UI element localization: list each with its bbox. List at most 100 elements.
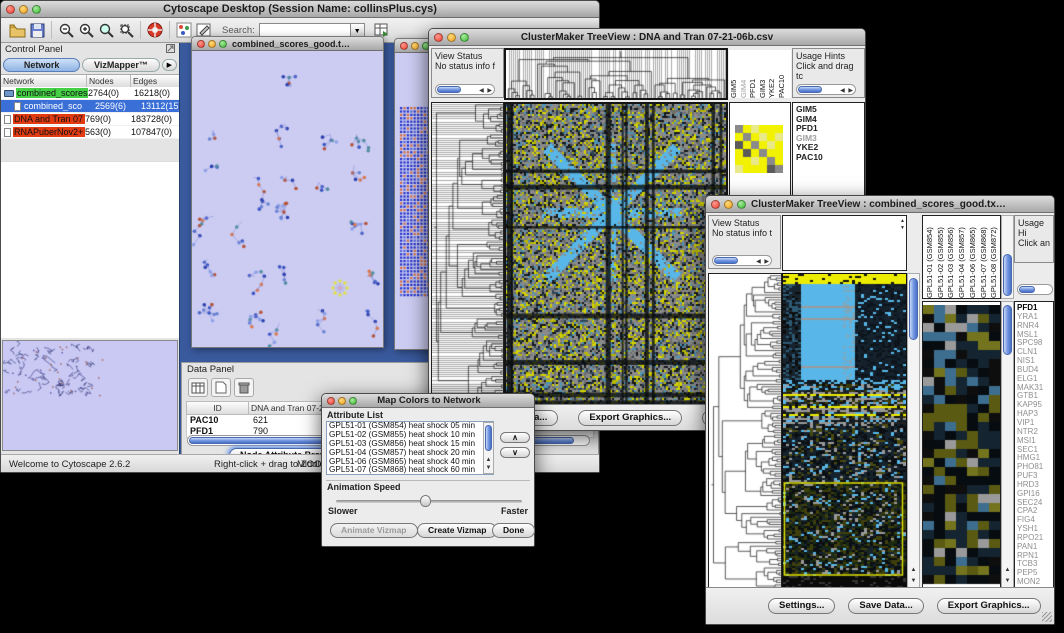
tv2-row-dendrogram[interactable] xyxy=(708,273,782,589)
tv1-similarity-matrix[interactable] xyxy=(735,125,783,173)
tv2-column-label[interactable]: GPL51-07 (GSM868) xyxy=(979,216,990,298)
gene-label[interactable]: HRD3 xyxy=(1017,481,1053,490)
tv2-column-label[interactable]: GPL51-06 (GSM865) xyxy=(968,216,979,298)
attribute-listbox[interactable]: GPL51-01 (GSM854) heat shock 05 minGPL51… xyxy=(326,421,494,475)
tv1-column-label[interactable]: GIM5 xyxy=(729,50,739,98)
move-down-button[interactable]: ∨ xyxy=(500,447,530,458)
gene-label[interactable]: PFD1 xyxy=(1017,304,1053,313)
gene-label[interactable]: MSL1 xyxy=(1017,331,1053,340)
gene-label[interactable]: CLN1 xyxy=(1017,348,1053,357)
new-attribute-icon[interactable] xyxy=(211,378,231,397)
control-panel-tab[interactable]: VizMapper™ xyxy=(82,58,159,72)
gene-label[interactable]: YSH1 xyxy=(1017,525,1053,534)
close-icon[interactable] xyxy=(400,42,408,50)
tv2-gene-list[interactable]: PFD1YRA1RNR4MSL1SPC98CLN1NIS1BUD4ELG1MAK… xyxy=(1014,301,1054,589)
zoom-icon[interactable] xyxy=(737,200,746,209)
dialog-title-bar[interactable]: Map Colors to Network xyxy=(322,394,534,408)
gene-label[interactable]: GIM3 xyxy=(796,134,864,144)
minimize-icon[interactable] xyxy=(411,42,419,50)
zoom-fit-icon[interactable] xyxy=(96,21,116,40)
network-table-row[interactable]: RNAPuberNov2+ 563(0) 107847(0) xyxy=(1,126,179,139)
tv2-heatmap[interactable] xyxy=(782,273,907,589)
gene-label[interactable]: PUF3 xyxy=(1017,472,1053,481)
gene-label[interactable]: SEC24 xyxy=(1017,499,1053,508)
zoom-in-icon[interactable] xyxy=(76,21,96,40)
tv2-heatmap-vscrollbar[interactable]: ▲▼ xyxy=(907,273,920,589)
gene-label[interactable]: HAP3 xyxy=(1017,410,1053,419)
control-panel-tab[interactable]: Network xyxy=(3,58,80,72)
gene-label[interactable]: PHO81 xyxy=(1017,463,1053,472)
tv2-status-hscrollbar[interactable]: ◀ ▶ xyxy=(712,255,772,266)
close-icon[interactable] xyxy=(327,397,335,405)
tv1-column-dendrogram[interactable] xyxy=(504,48,728,100)
save-icon[interactable] xyxy=(27,21,47,40)
gene-label[interactable]: MSI1 xyxy=(1017,437,1053,446)
tv1-row-dendrogram[interactable] xyxy=(431,102,504,406)
move-up-button[interactable]: ∧ xyxy=(500,432,530,443)
attribute-item[interactable]: GPL51-07 (GSM868) heat shock 60 min xyxy=(327,466,493,475)
tv2-column-label[interactable]: GPL51-08 (GSM872) xyxy=(989,216,1000,298)
gene-label[interactable]: GIM4 xyxy=(796,115,864,125)
close-icon[interactable] xyxy=(6,5,15,14)
gene-label[interactable]: GTB1 xyxy=(1017,392,1053,401)
gene-label[interactable]: SPC98 xyxy=(1017,339,1053,348)
gene-label[interactable]: PAC10 xyxy=(796,153,864,163)
close-icon[interactable] xyxy=(197,40,205,48)
gene-label[interactable]: CPA2 xyxy=(1017,507,1053,516)
tv2-column-label[interactable]: GPL51-01 (GSM854) xyxy=(925,216,936,298)
gene-label[interactable]: GPI16 xyxy=(1017,490,1053,499)
minimize-icon[interactable] xyxy=(447,33,456,42)
gene-label[interactable]: SEC1 xyxy=(1017,446,1053,455)
tv2-action-button[interactable]: Save Data... xyxy=(848,598,923,614)
float-panel-icon[interactable] xyxy=(166,44,175,56)
treeview1-title-bar[interactable]: ClusterMaker TreeView : DNA and Tran 07-… xyxy=(429,29,865,46)
minimize-icon[interactable] xyxy=(19,5,28,14)
slider-thumb[interactable] xyxy=(420,495,431,507)
tv1-hints-hscrollbar[interactable]: ◀ ▶ xyxy=(796,84,856,95)
gene-label[interactable]: HMG1 xyxy=(1017,454,1053,463)
minimize-icon[interactable] xyxy=(208,40,216,48)
tv2-column-label[interactable]: GPL51-03 (GSM856) xyxy=(946,216,957,298)
gene-label[interactable]: YKE2 xyxy=(796,143,864,153)
gene-label[interactable]: PEP5 xyxy=(1017,569,1053,578)
main-title-bar[interactable]: Cytoscape Desktop (Session Name: collins… xyxy=(1,1,599,18)
tv1-column-label[interactable]: GIM3 xyxy=(758,50,768,98)
network-table-row[interactable]: combined_scores 2764(0) 16218(0) xyxy=(1,87,179,100)
gene-label[interactable]: NTR2 xyxy=(1017,428,1053,437)
tv1-column-label[interactable]: PAC10 xyxy=(777,50,787,98)
gene-label[interactable]: ELG1 xyxy=(1017,375,1053,384)
create-vizmap-button[interactable]: Create Vizmap xyxy=(417,523,497,538)
tv2-zoom-vscrollbar[interactable]: ▲▼ xyxy=(1001,301,1014,589)
gene-label[interactable]: NIS1 xyxy=(1017,357,1053,366)
resize-grip[interactable] xyxy=(1042,612,1052,622)
gene-label[interactable]: YRA1 xyxy=(1017,313,1053,322)
tv2-action-button[interactable]: Settings... xyxy=(768,598,835,614)
gene-label[interactable]: MON2 xyxy=(1017,578,1053,587)
zoom-selected-icon[interactable] xyxy=(116,21,136,40)
network-table-row[interactable]: combined_sco 2569(6) 13112(15) xyxy=(1,100,179,113)
tv2-action-button[interactable]: Export Graphics... xyxy=(937,598,1041,614)
gene-label[interactable]: PFD1 xyxy=(796,124,864,134)
zoom-icon[interactable] xyxy=(32,5,41,14)
tv2-column-label[interactable]: GPL51-04 (GSM857) xyxy=(957,216,968,298)
zoom-icon[interactable] xyxy=(219,40,227,48)
gene-label[interactable]: RNR4 xyxy=(1017,322,1053,331)
network-table-row[interactable]: DNA and Tran 07 769(0) 183728(0) xyxy=(1,113,179,126)
close-icon[interactable] xyxy=(434,33,443,42)
attribute-list-vscrollbar[interactable]: ▲▼ xyxy=(483,422,494,474)
delete-attribute-icon[interactable] xyxy=(234,378,254,397)
tv1-column-label[interactable]: GIM4 xyxy=(739,50,749,98)
treeview2-title-bar[interactable]: ClusterMaker TreeView : combined_scores_… xyxy=(706,196,1054,213)
gene-label[interactable]: PAN1 xyxy=(1017,543,1053,552)
gene-label[interactable]: TCB3 xyxy=(1017,560,1053,569)
gene-label[interactable]: KAP95 xyxy=(1017,401,1053,410)
gene-label[interactable]: GIM5 xyxy=(796,105,864,115)
tv1-heatmap[interactable] xyxy=(504,102,728,406)
close-icon[interactable] xyxy=(711,200,720,209)
tab-overflow-icon[interactable]: ▶ xyxy=(162,59,177,71)
tv1-column-label[interactable]: PFD1 xyxy=(748,50,758,98)
network-canvas-1[interactable] xyxy=(192,51,383,347)
zoom-icon[interactable] xyxy=(460,33,469,42)
network-overview[interactable] xyxy=(2,340,178,451)
zoom-icon[interactable] xyxy=(349,397,357,405)
